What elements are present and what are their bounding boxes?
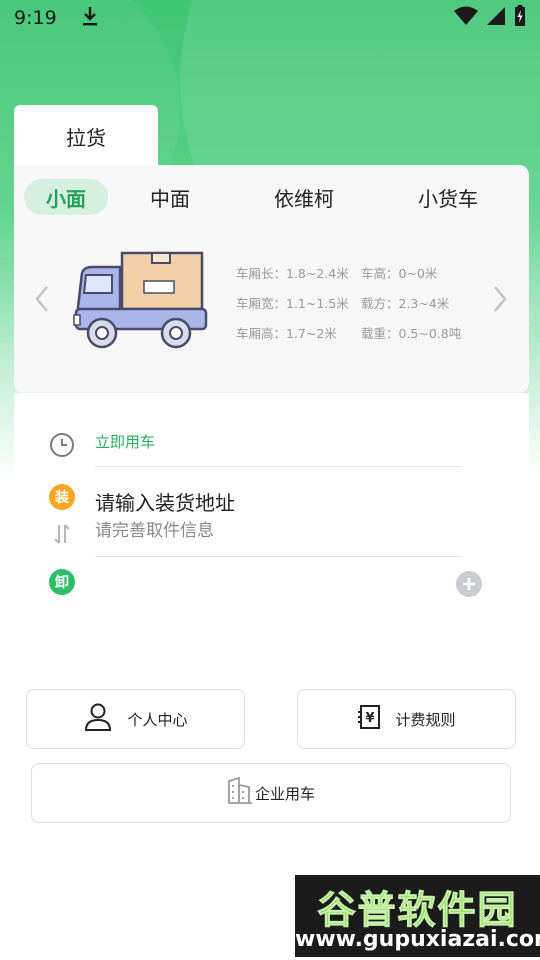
download-icon xyxy=(81,5,99,32)
fee-rules-label: 计费规则 xyxy=(395,710,456,729)
load-info-hint[interactable]: 请完善取件信息 xyxy=(95,516,214,541)
personal-center-button[interactable]: 个人中心 xyxy=(26,689,245,749)
swap-icon[interactable] xyxy=(51,523,73,545)
spec-volume: 载方：2.3~4米 xyxy=(361,296,450,311)
personal-center-label: 个人中心 xyxy=(127,710,188,729)
tab-freight[interactable]: 拉货 xyxy=(14,105,158,167)
vehicle-tab-label: 小面 xyxy=(46,186,86,211)
divider xyxy=(95,556,462,557)
divider xyxy=(95,466,462,467)
order-form: 立即用车 装 请输入装货地址 请完善取件信息 卸 xyxy=(14,393,529,633)
vehicle-tab-label: 中面 xyxy=(150,186,190,211)
status-bar: 9:19 xyxy=(0,0,540,36)
truck-image xyxy=(72,245,212,355)
vehicle-tab-iveco[interactable]: 依维柯 xyxy=(252,179,356,215)
vehicle-tab-small-van[interactable]: 小面 xyxy=(24,179,108,215)
vehicle-type-tabs: 小面 中面 依维柯 小货车 中 xyxy=(14,177,529,217)
use-time-selector[interactable]: 立即用车 xyxy=(95,431,155,452)
spec-box-height: 车厢高：1.7~2米 xyxy=(236,326,337,341)
building-icon xyxy=(227,776,253,809)
load-badge: 装 xyxy=(49,484,75,510)
vehicle-card: 小面 中面 依维柯 小货车 中 xyxy=(14,165,529,393)
vehicle-tab-medium-van[interactable]: 中面 xyxy=(128,179,212,215)
battery-icon xyxy=(514,4,526,32)
watermark-title: 谷普软件园 xyxy=(317,888,518,933)
vehicle-tab-label: 小货车 xyxy=(418,186,478,211)
spec-load-weight: 载重：0.5~0.8吨 xyxy=(361,326,462,341)
vehicle-tab-label: 依维柯 xyxy=(274,186,334,211)
spec-box-length: 车厢长：1.8~2.4米 xyxy=(236,266,349,281)
watermark-url: www.gupuxiazai.com xyxy=(295,927,540,952)
watermark-logo: 谷普软件园 www.gupuxiazai.com xyxy=(295,875,540,957)
tab-freight-label: 拉货 xyxy=(66,125,106,150)
signal-icon xyxy=(486,6,506,31)
spec-vehicle-height: 车高：0~0米 xyxy=(361,266,438,281)
vehicle-tab-small-truck[interactable]: 小货车 xyxy=(396,179,500,215)
add-stop-icon[interactable] xyxy=(456,571,482,597)
chevron-left-icon[interactable] xyxy=(30,283,54,315)
load-address-input[interactable]: 请输入装货地址 xyxy=(95,487,235,516)
spec-box-width: 车厢宽：1.1~1.5米 xyxy=(236,296,349,311)
receipt-icon: ¥ xyxy=(357,704,381,734)
wifi-icon xyxy=(454,6,478,31)
fee-rules-button[interactable]: ¥ 计费规则 xyxy=(297,689,516,749)
unload-badge: 卸 xyxy=(49,569,75,595)
svg-text:¥: ¥ xyxy=(366,711,375,726)
clock-icon xyxy=(48,431,76,459)
enterprise-car-label: 企业用车 xyxy=(254,784,315,803)
user-icon xyxy=(83,702,113,736)
vehicle-specs: 车厢长：1.8~2.4米 车高：0~0米 车厢宽：1.1~1.5米 载方：2.3… xyxy=(236,263,496,342)
status-time: 9:19 xyxy=(14,7,57,29)
enterprise-car-button[interactable]: 企业用车 xyxy=(31,763,511,823)
